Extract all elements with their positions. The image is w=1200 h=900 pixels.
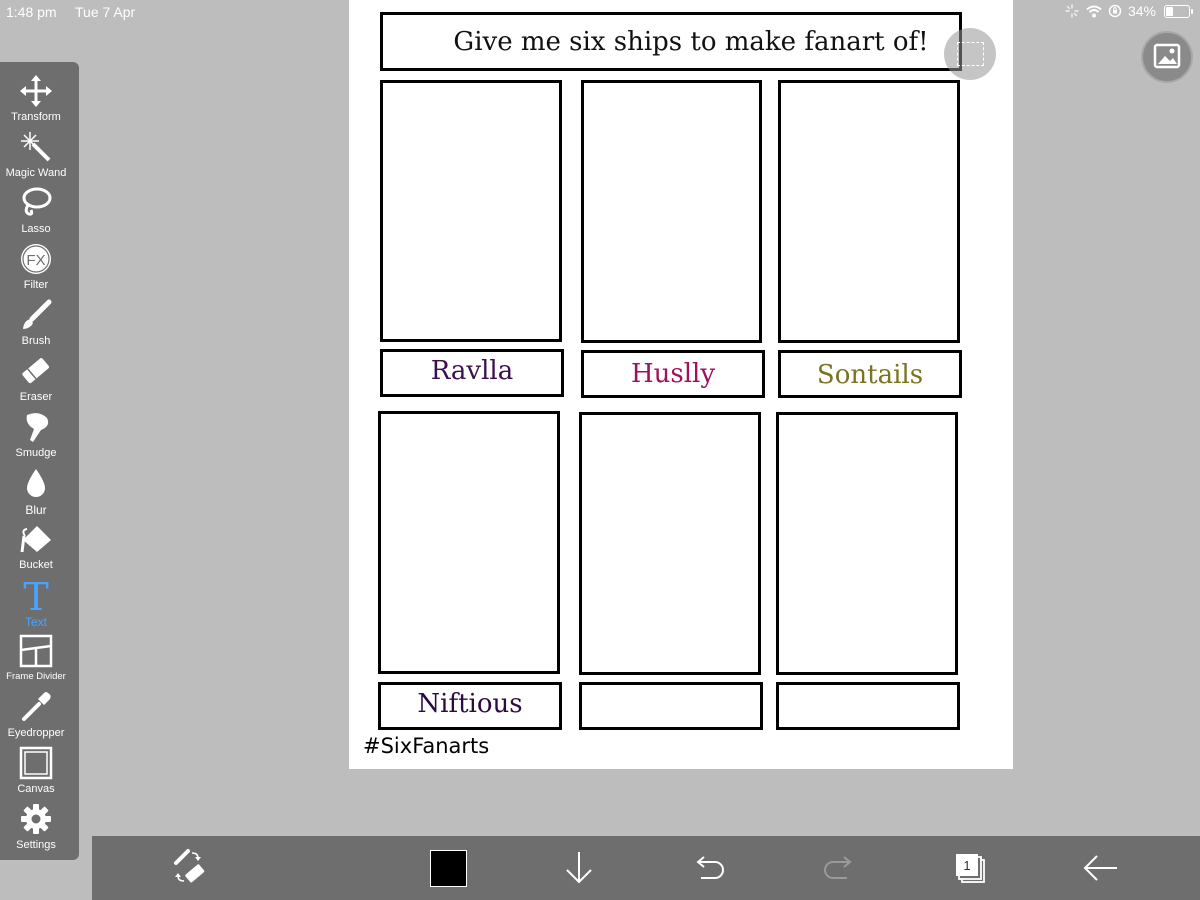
tool-label: Settings [16,839,56,851]
tool-label: Canvas [17,783,55,795]
ship-label-box [776,682,960,730]
eraser-icon [22,358,49,384]
import-button[interactable] [557,846,601,890]
tool-label: Eraser [19,391,53,403]
tool-label: Frame Divider [6,671,66,682]
ship-label-box: Ravlla [380,349,564,397]
battery-level [1166,6,1174,16]
tool-filter[interactable]: FX Filter [0,238,72,294]
tool-label: Filter [23,279,49,291]
text-icon: T [23,578,48,612]
frame-divider-icon [19,634,53,668]
layers-icon: 1 [956,854,985,883]
tool-smudge[interactable]: Smudge [0,406,72,462]
transform-icon [20,75,52,107]
gallery-button[interactable] [1141,31,1193,83]
tool-label: Blur [25,503,47,517]
back-button[interactable] [1079,846,1123,890]
smudge-icon [26,413,49,442]
title-frame: Give me six ships to make fanart of! [380,12,962,71]
tool-bucket[interactable]: Bucket [0,518,72,574]
selection-toggle-button[interactable] [944,28,996,80]
tool-label: Eyedropper [7,727,65,739]
status-date: Tue 7 Apr [75,4,136,20]
art-panel [778,80,960,343]
selection-marquee-icon [957,42,984,66]
ship-label-box: Huslly [581,350,765,398]
tool-sidebar: Transform Magic Wand Lasso FX Filter Bru… [0,62,79,860]
brush-icon [23,299,52,329]
activity-spinner-icon [1065,4,1079,18]
magic-wand-icon [21,132,51,162]
ship-label-box [579,682,763,730]
lasso-icon [22,187,52,216]
layers-button[interactable]: 1 [948,846,992,890]
tool-label: Text [24,615,47,629]
battery-percent: 34% [1127,3,1156,19]
art-panel [581,80,762,343]
tool-label: Brush [21,335,51,347]
redo-icon [824,856,852,879]
wifi-icon [1086,5,1102,17]
bucket-icon [20,526,51,553]
art-panel [380,80,562,342]
art-panel [579,412,761,675]
color-swatch[interactable] [430,850,467,887]
tool-settings[interactable]: Settings [0,798,72,854]
drawing-canvas[interactable]: Give me six ships to make fanart of! Rav… [349,0,1013,769]
layer-count: 1 [963,858,970,873]
art-panel [378,411,560,674]
hashtag-text: #SixFanarts [363,734,490,758]
canvas-title: Give me six ships to make fanart of! [453,27,929,57]
tool-label: Bucket [19,559,53,571]
tool-label: Magic Wand [5,167,67,179]
layer-transform-icon [174,849,205,883]
ship-label: Huslly [630,359,716,389]
ship-label-box: Niftious [378,682,562,730]
ship-label-box: Sontails [778,350,962,398]
gear-icon [21,804,51,834]
undo-icon [696,856,724,879]
rotation-lock-icon [1108,4,1122,18]
eyedropper-icon [22,692,51,721]
ship-label: Ravlla [430,356,514,386]
status-indicators: 34% [1064,3,1193,19]
bottom-toolbar: 1 [92,836,1200,900]
layer-transform-button[interactable] [168,846,212,890]
filter-fx-icon: FX [21,244,51,274]
tool-lasso[interactable]: Lasso [0,182,72,238]
svg-text:T: T [23,578,48,612]
tool-canvas[interactable]: Canvas [0,742,72,798]
tool-blur[interactable]: Blur [0,462,72,518]
status-time: 1:48 pm [6,4,57,20]
blur-drop-icon [27,469,45,497]
ship-label: Niftious [417,689,523,719]
art-panel [776,412,958,675]
image-icon [1153,43,1181,69]
tool-label: Smudge [15,447,57,459]
ship-label: Sontails [816,360,924,390]
tool-magic-wand[interactable]: Magic Wand [0,126,72,182]
tool-label: Transform [11,111,61,123]
down-arrow-icon [566,852,592,884]
tool-transform[interactable]: Transform [0,70,72,126]
back-arrow-icon [1083,855,1117,881]
tool-eyedropper[interactable]: Eyedropper [0,686,72,742]
tool-label: Lasso [21,223,51,235]
tool-brush[interactable]: Brush [0,294,72,350]
svg-text:FX: FX [26,252,45,269]
undo-button[interactable] [687,846,731,890]
battery-icon [1164,4,1193,18]
tool-text[interactable]: T Text [0,574,72,630]
canvas-icon [19,746,53,780]
tool-eraser[interactable]: Eraser [0,350,72,406]
tool-frame-divider[interactable]: Frame Divider [0,630,72,686]
redo-button[interactable] [817,846,861,890]
